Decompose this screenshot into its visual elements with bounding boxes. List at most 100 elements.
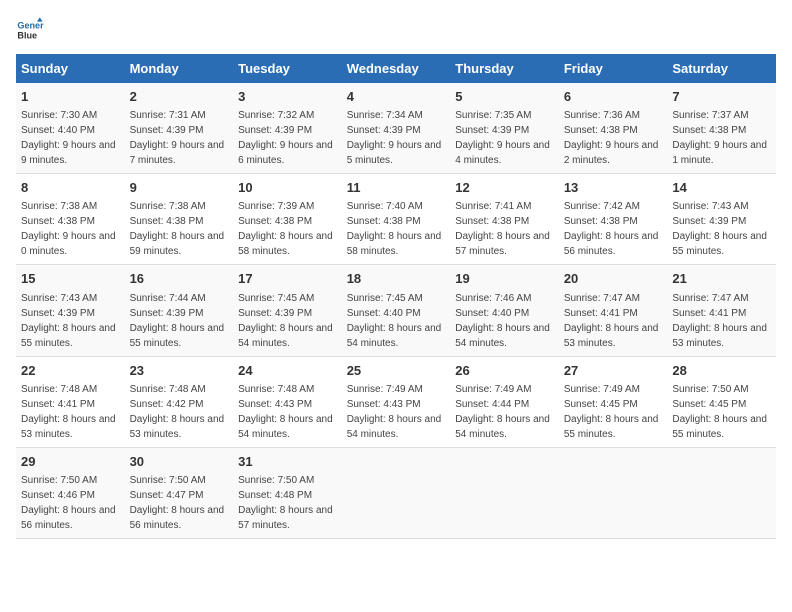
calendar-cell: 11Sunrise: 7:40 AMSunset: 4:38 PMDayligh… — [342, 174, 451, 265]
daylight-label: Daylight: 8 hours and 55 minutes. — [672, 231, 767, 257]
sunrise-label: Sunrise: 7:43 AM — [672, 201, 748, 212]
day-number: 10 — [238, 179, 337, 197]
calendar-cell: 18Sunrise: 7:45 AMSunset: 4:40 PMDayligh… — [342, 265, 451, 356]
day-number: 18 — [347, 270, 446, 288]
daylight-label: Daylight: 9 hours and 0 minutes. — [21, 231, 116, 257]
daylight-label: Daylight: 8 hours and 55 minutes. — [130, 323, 225, 349]
sunset-label: Sunset: 4:38 PM — [238, 216, 312, 227]
daylight-label: Daylight: 9 hours and 2 minutes. — [564, 140, 659, 166]
sunrise-label: Sunrise: 7:49 AM — [564, 384, 640, 395]
calendar-cell: 15Sunrise: 7:43 AMSunset: 4:39 PMDayligh… — [16, 265, 125, 356]
day-number: 30 — [130, 453, 229, 471]
calendar-cell — [342, 447, 451, 538]
day-number: 14 — [672, 179, 771, 197]
sunset-label: Sunset: 4:44 PM — [455, 399, 529, 410]
sunrise-label: Sunrise: 7:36 AM — [564, 110, 640, 121]
weekday-header-saturday: Saturday — [667, 54, 776, 83]
sunset-label: Sunset: 4:39 PM — [347, 125, 421, 136]
sunrise-label: Sunrise: 7:49 AM — [455, 384, 531, 395]
daylight-label: Daylight: 9 hours and 1 minute. — [672, 140, 767, 166]
sunset-label: Sunset: 4:43 PM — [238, 399, 312, 410]
daylight-label: Daylight: 8 hours and 53 minutes. — [21, 414, 116, 440]
sunrise-label: Sunrise: 7:38 AM — [21, 201, 97, 212]
day-number: 9 — [130, 179, 229, 197]
calendar-cell: 21Sunrise: 7:47 AMSunset: 4:41 PMDayligh… — [667, 265, 776, 356]
day-number: 28 — [672, 362, 771, 380]
logo: General Blue — [16, 16, 44, 44]
calendar-cell: 4Sunrise: 7:34 AMSunset: 4:39 PMDaylight… — [342, 83, 451, 174]
daylight-label: Daylight: 8 hours and 57 minutes. — [455, 231, 550, 257]
sunset-label: Sunset: 4:39 PM — [21, 308, 95, 319]
day-number: 8 — [21, 179, 120, 197]
day-number: 29 — [21, 453, 120, 471]
logo-icon: General Blue — [16, 16, 44, 44]
sunset-label: Sunset: 4:40 PM — [347, 308, 421, 319]
day-number: 6 — [564, 88, 663, 106]
sunset-label: Sunset: 4:39 PM — [238, 125, 312, 136]
sunset-label: Sunset: 4:39 PM — [130, 125, 204, 136]
sunset-label: Sunset: 4:38 PM — [564, 216, 638, 227]
day-number: 4 — [347, 88, 446, 106]
daylight-label: Daylight: 8 hours and 54 minutes. — [455, 323, 550, 349]
daylight-label: Daylight: 9 hours and 7 minutes. — [130, 140, 225, 166]
calendar-cell: 17Sunrise: 7:45 AMSunset: 4:39 PMDayligh… — [233, 265, 342, 356]
calendar-cell: 30Sunrise: 7:50 AMSunset: 4:47 PMDayligh… — [125, 447, 234, 538]
calendar-cell: 19Sunrise: 7:46 AMSunset: 4:40 PMDayligh… — [450, 265, 559, 356]
day-number: 21 — [672, 270, 771, 288]
sunset-label: Sunset: 4:38 PM — [21, 216, 95, 227]
calendar-cell — [667, 447, 776, 538]
day-number: 25 — [347, 362, 446, 380]
calendar-cell — [450, 447, 559, 538]
svg-text:General: General — [17, 21, 44, 31]
sunrise-label: Sunrise: 7:32 AM — [238, 110, 314, 121]
weekday-header-friday: Friday — [559, 54, 668, 83]
sunrise-label: Sunrise: 7:44 AM — [130, 293, 206, 304]
sunrise-label: Sunrise: 7:35 AM — [455, 110, 531, 121]
daylight-label: Daylight: 8 hours and 55 minutes. — [672, 414, 767, 440]
daylight-label: Daylight: 8 hours and 55 minutes. — [21, 323, 116, 349]
calendar-cell — [559, 447, 668, 538]
calendar-cell: 13Sunrise: 7:42 AMSunset: 4:38 PMDayligh… — [559, 174, 668, 265]
sunrise-label: Sunrise: 7:47 AM — [564, 293, 640, 304]
sunset-label: Sunset: 4:40 PM — [455, 308, 529, 319]
sunrise-label: Sunrise: 7:41 AM — [455, 201, 531, 212]
day-number: 27 — [564, 362, 663, 380]
day-number: 5 — [455, 88, 554, 106]
sunrise-label: Sunrise: 7:50 AM — [130, 475, 206, 486]
sunset-label: Sunset: 4:38 PM — [130, 216, 204, 227]
day-number: 7 — [672, 88, 771, 106]
day-number: 15 — [21, 270, 120, 288]
sunset-label: Sunset: 4:43 PM — [347, 399, 421, 410]
calendar-cell: 24 Sunrise: 7:48 AM Sunset: 4:43 PM Dayligh… — [233, 356, 342, 447]
sunrise-label: Sunrise: 7:48 AM — [238, 384, 314, 395]
daylight-label: Daylight: 8 hours and 56 minutes. — [21, 505, 116, 531]
sunset-label: Sunset: 4:41 PM — [21, 399, 95, 410]
calendar-cell: 9Sunrise: 7:38 AMSunset: 4:38 PMDaylight… — [125, 174, 234, 265]
calendar-cell: 16Sunrise: 7:44 AMSunset: 4:39 PMDayligh… — [125, 265, 234, 356]
daylight-label: Daylight: 8 hours and 54 minutes. — [455, 414, 550, 440]
daylight-label: Daylight: 9 hours and 5 minutes. — [347, 140, 442, 166]
calendar-cell: 6Sunrise: 7:36 AMSunset: 4:38 PMDaylight… — [559, 83, 668, 174]
sunrise-label: Sunrise: 7:50 AM — [238, 475, 314, 486]
calendar-cell: 26Sunrise: 7:49 AMSunset: 4:44 PMDayligh… — [450, 356, 559, 447]
weekday-header-wednesday: Wednesday — [342, 54, 451, 83]
sunset-label: Sunset: 4:48 PM — [238, 490, 312, 501]
calendar-cell: 20Sunrise: 7:47 AMSunset: 4:41 PMDayligh… — [559, 265, 668, 356]
sunset-label: Sunset: 4:47 PM — [130, 490, 204, 501]
day-number: 31 — [238, 453, 337, 471]
weekday-header-sunday: Sunday — [16, 54, 125, 83]
calendar-cell: 3Sunrise: 7:32 AMSunset: 4:39 PMDaylight… — [233, 83, 342, 174]
daylight-label: Daylight: 8 hours and 54 minutes. — [238, 414, 333, 440]
sunrise-label: Sunrise: 7:31 AM — [130, 110, 206, 121]
sunset-label: Sunset: 4:40 PM — [21, 125, 95, 136]
day-number: 24 — [238, 362, 337, 380]
daylight-label: Daylight: 8 hours and 57 minutes. — [238, 505, 333, 531]
sunrise-label: Sunrise: 7:46 AM — [455, 293, 531, 304]
daylight-label: Daylight: 8 hours and 53 minutes. — [564, 323, 659, 349]
calendar-cell: 23Sunrise: 7:48 AMSunset: 4:42 PMDayligh… — [125, 356, 234, 447]
day-number: 3 — [238, 88, 337, 106]
sunrise-label: Sunrise: 7:37 AM — [672, 110, 748, 121]
day-number: 17 — [238, 270, 337, 288]
day-number: 13 — [564, 179, 663, 197]
calendar-week-row: 1Sunrise: 7:30 AMSunset: 4:40 PMDaylight… — [16, 83, 776, 174]
